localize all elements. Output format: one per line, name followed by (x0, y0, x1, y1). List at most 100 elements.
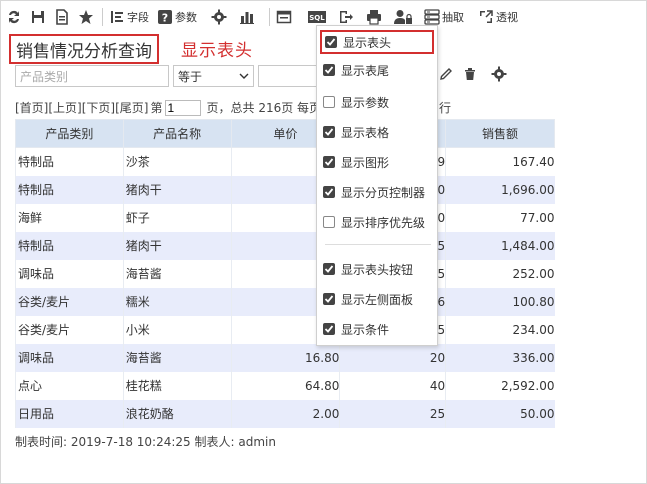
menu-item-show-chart[interactable]: 显示图形 (320, 150, 434, 174)
table-cell: 调味品 (15, 259, 124, 288)
table-row: 特制品 猪肉干 42 5 1,484.00 (15, 231, 555, 260)
table-row: 调味品 海苔酱 16.80 20 336.00 (15, 343, 555, 372)
operator-select-value: 等于 (178, 69, 203, 84)
checkmark-icon (324, 66, 334, 74)
edit-filter-button[interactable] (439, 67, 453, 84)
field-button[interactable]: 字段 (109, 5, 149, 29)
table-row: 海鲜 虾子 7 0 77.00 (15, 203, 555, 232)
sql-icon: SQL (308, 11, 326, 23)
prev-page-link[interactable]: [上页] (48, 99, 81, 116)
menu-item-show-sort-priority[interactable]: 显示排序优先级 (320, 210, 434, 234)
trash-icon (465, 68, 475, 80)
annotation-hint: 显示表头 (181, 41, 253, 61)
pivot-button[interactable]: 透视 (478, 5, 518, 29)
menu-item-show-header[interactable]: 显示表头 (320, 30, 434, 54)
checkbox[interactable] (323, 186, 335, 198)
next-page-link[interactable]: [下页] (82, 99, 115, 116)
menu-item-show-conditions[interactable]: 显示条件 (320, 317, 434, 341)
last-page-link[interactable]: [尾页] (115, 99, 148, 116)
filter-settings-button[interactable] (491, 66, 507, 85)
checkbox[interactable] (323, 96, 335, 108)
gear-icon (211, 9, 227, 25)
menu-item-label: 显示表尾 (341, 63, 390, 78)
checkbox[interactable] (323, 126, 335, 138)
menu-item-show-pager[interactable]: 显示分页控制器 (320, 180, 434, 204)
menu-item-label: 显示表头按钮 (341, 262, 414, 277)
table-cell: 浪花奶酪 (122, 399, 232, 428)
export-icon (340, 11, 353, 23)
refresh-button[interactable] (6, 5, 22, 29)
question-icon: ? (158, 10, 172, 25)
menu-item-show-footer[interactable]: 显示表尾 (320, 58, 434, 82)
column-header[interactable]: 产品类别 (15, 119, 124, 148)
table-cell: 谷类/麦片 (15, 287, 124, 316)
table-header-row: 产品类别 产品名称 单价 销售额 (15, 119, 555, 148)
param-button[interactable]: ? 参数 (157, 5, 197, 29)
value-filter-input[interactable] (258, 65, 320, 87)
menu-item-show-left-panel[interactable]: 显示左侧面板 (320, 287, 434, 311)
menu-item-show-header-buttons[interactable]: 显示表头按钮 (320, 257, 434, 281)
table-row: 日用品 浪花奶酪 2.00 25 50.00 (15, 399, 555, 428)
layout-icon (276, 10, 292, 24)
checkbox[interactable] (323, 64, 335, 76)
table-cell: 海鲜 (15, 203, 124, 232)
checkbox[interactable] (323, 293, 335, 305)
menu-divider (325, 244, 431, 245)
toolbar-divider (102, 8, 103, 26)
table-cell: 海苔酱 (122, 259, 232, 288)
checkbox[interactable] (323, 323, 335, 335)
printer-icon (367, 10, 381, 25)
layout-button[interactable] (276, 5, 292, 29)
table-row: 谷类/麦片 糯米 16 6 100.80 (15, 287, 555, 316)
layout-options-menu: 显示表头 显示表尾 显示参数 显示表格 显示图形 显示分页控制器 显示排序优先级… (316, 25, 438, 346)
save-button[interactable] (30, 5, 46, 29)
checkmark-icon (326, 38, 336, 46)
favorite-button[interactable] (78, 5, 94, 29)
table-cell: 16.80 (230, 343, 340, 372)
category-filter-input[interactable]: 产品类别 (15, 65, 169, 87)
checkmark-icon (324, 188, 334, 196)
chart-button[interactable] (239, 5, 255, 29)
checkbox[interactable] (323, 156, 335, 168)
extract-icon (424, 9, 440, 25)
field-icon (111, 11, 123, 23)
star-icon (79, 10, 93, 24)
table-cell: 特制品 (15, 231, 124, 260)
table-cell: 桂花糕 (122, 371, 232, 400)
checkbox[interactable] (325, 36, 337, 48)
report-title: 销售情况分析查询 (9, 34, 159, 64)
menu-item-show-table[interactable]: 显示表格 (320, 120, 434, 144)
bar-chart-icon (240, 12, 254, 24)
table-cell: 1,484.00 (445, 231, 555, 260)
gear-icon (491, 66, 507, 82)
operator-select[interactable]: 等于 (173, 65, 254, 87)
checkbox[interactable] (323, 216, 335, 228)
extract-button-label: 抽取 (442, 11, 464, 24)
table-cell: 海苔酱 (122, 343, 232, 372)
table-cell: 25 (339, 399, 446, 428)
table-cell: 336.00 (445, 343, 555, 372)
refresh-icon (9, 10, 19, 24)
pencil-icon (440, 68, 452, 80)
menu-item-label: 显示左侧面板 (341, 292, 414, 307)
column-header[interactable]: 销售额 (445, 119, 555, 148)
settings-button[interactable] (211, 5, 227, 29)
first-page-link[interactable]: [首页] (15, 99, 48, 116)
table-cell: 猪肉干 (122, 231, 232, 260)
report-footer: 制表时间: 2019-7-18 10:24:25 制表人: admin (15, 435, 276, 449)
menu-item-show-params[interactable]: 显示参数 (320, 90, 434, 114)
delete-filter-button[interactable] (463, 67, 477, 84)
field-button-label: 字段 (127, 11, 149, 24)
table-cell: 特制品 (15, 147, 124, 176)
table-cell: 100.80 (445, 287, 555, 316)
checkbox[interactable] (323, 263, 335, 275)
chevron-down-icon (239, 73, 249, 79)
table-cell: 糯米 (122, 287, 232, 316)
table-row: 调味品 海苔酱 16 5 252.00 (15, 259, 555, 288)
menu-item-label: 显示图形 (341, 155, 390, 170)
save-as-button[interactable] (54, 5, 70, 29)
column-header[interactable]: 产品名称 (122, 119, 232, 148)
sql-icon-text: SQL (309, 14, 325, 22)
document-icon (56, 9, 68, 25)
page-number-input[interactable] (164, 99, 201, 116)
